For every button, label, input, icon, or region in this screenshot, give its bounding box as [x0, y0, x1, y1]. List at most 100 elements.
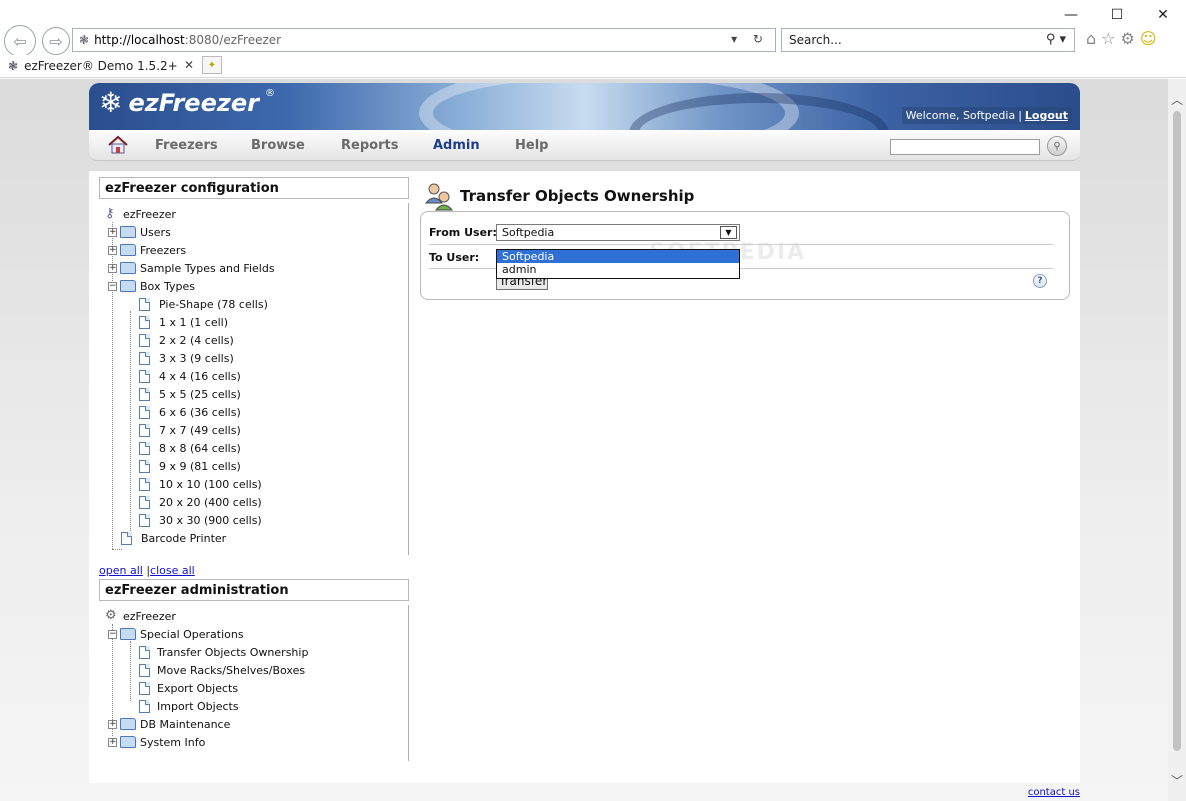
favorites-star-icon[interactable]: ☆: [1101, 29, 1115, 48]
snowflake-icon: ❄: [99, 86, 123, 119]
to-user-dropdown[interactable]: Softpedia admin: [496, 249, 740, 279]
vertical-scrollbar[interactable]: ︿ ﹀: [1168, 79, 1186, 801]
close-all-link[interactable]: close all: [150, 564, 195, 577]
tab-ezfreezer[interactable]: ❃ ezFreezer® Demo 1.5.2+ ✕: [2, 55, 198, 77]
collapse-icon[interactable]: −: [108, 281, 117, 291]
tab-close-icon[interactable]: ✕: [184, 58, 194, 72]
page-icon: [139, 423, 150, 437]
box-type-item[interactable]: Pie-Shape (78 cells): [139, 295, 268, 313]
search-placeholder: Search...: [789, 33, 842, 47]
address-bar[interactable]: ❃ http://localhost:8080/ezFreezer ▾ ↻: [72, 28, 776, 52]
content-area: ezFreezer configuration ⚷ ezFreezer + User…: [89, 171, 1080, 783]
url-host: http://localhost: [94, 33, 185, 47]
box-type-item[interactable]: 1 x 1 (1 cell): [139, 313, 228, 331]
footer: contact us: [90, 785, 1080, 801]
folder-icon: [120, 244, 136, 256]
maximize-button[interactable]: ☐: [1094, 0, 1140, 30]
open-all-link[interactable]: open all: [99, 564, 143, 577]
box-type-item[interactable]: 10 x 10 (100 cells): [139, 475, 262, 493]
open-folder-icon: [120, 628, 136, 640]
box-type-item[interactable]: 7 x 7 (49 cells): [139, 421, 241, 439]
from-user-select[interactable]: Softpedia ▼: [496, 224, 740, 241]
logout-link[interactable]: Logout: [1025, 109, 1068, 122]
page-icon: [139, 681, 150, 695]
gear-icon: ⚙: [105, 608, 117, 623]
tree-item-barcode-printer[interactable]: Barcode Printer: [121, 529, 226, 547]
url-rest: :8080/ezFreezer: [184, 33, 282, 47]
nav-browse[interactable]: Browse: [251, 138, 305, 153]
home-icon[interactable]: [107, 135, 129, 155]
ezfreezer-page: ❄ ezFreezer ® Welcome, Softpedia | Logout …: [89, 83, 1080, 783]
tree-item-export-objects[interactable]: Export Objects: [139, 679, 238, 697]
close-window-button[interactable]: ✕: [1140, 0, 1186, 30]
scroll-up-icon[interactable]: ︿: [1171, 91, 1183, 108]
expand-icon[interactable]: +: [108, 245, 117, 255]
admin-root[interactable]: ⚙ ezFreezer: [105, 607, 176, 625]
page-icon: [139, 369, 150, 383]
tree-item-special-operations[interactable]: − Special Operations: [108, 625, 244, 643]
box-type-item[interactable]: 6 x 6 (36 cells): [139, 403, 241, 421]
from-user-label: From User:: [429, 226, 497, 239]
tree-item-users[interactable]: + Users: [108, 223, 171, 241]
nav-admin[interactable]: Admin: [433, 138, 480, 153]
expand-icon[interactable]: +: [108, 719, 117, 729]
tree-item-import-objects[interactable]: Import Objects: [139, 697, 239, 715]
box-type-item[interactable]: 30 x 30 (900 cells): [139, 511, 262, 529]
expand-icon[interactable]: +: [108, 227, 117, 237]
scroll-down-icon[interactable]: ﹀: [1171, 772, 1183, 789]
box-type-item[interactable]: 5 x 5 (25 cells): [139, 385, 241, 403]
minimize-button[interactable]: —: [1048, 0, 1094, 30]
tree-item-move-racks[interactable]: Move Racks/Shelves/Boxes: [139, 661, 305, 679]
home-icon[interactable]: ⌂: [1086, 29, 1096, 48]
transfer-form: SOFTPEDIA From User: Softpedia ▼ To User…: [420, 211, 1070, 300]
dropdown-option-softpedia[interactable]: Softpedia: [497, 250, 739, 263]
config-root[interactable]: ⚷ ezFreezer: [105, 205, 176, 223]
logo-text: ezFreezer: [128, 89, 259, 117]
site-search-button[interactable]: ⚲: [1047, 136, 1067, 156]
page-icon: [139, 645, 150, 659]
tree-item-freezers[interactable]: + Freezers: [108, 241, 186, 259]
expand-icon[interactable]: +: [108, 737, 117, 747]
site-search-input[interactable]: [890, 139, 1040, 155]
tree-item-transfer-ownership[interactable]: Transfer Objects Ownership: [139, 643, 308, 661]
collapse-icon[interactable]: −: [108, 629, 117, 639]
page-icon: [139, 387, 150, 401]
box-type-item[interactable]: 3 x 3 (9 cells): [139, 349, 234, 367]
window-controls: — ☐ ✕: [1048, 0, 1186, 30]
box-type-item[interactable]: 2 x 2 (4 cells): [139, 331, 234, 349]
refresh-icon[interactable]: ▾ ↻: [731, 32, 769, 46]
tree-item-system-info[interactable]: + System Info: [108, 733, 205, 751]
box-type-item[interactable]: 9 x 9 (81 cells): [139, 457, 241, 475]
box-type-item[interactable]: 4 x 4 (16 cells): [139, 367, 241, 385]
contact-us-link[interactable]: contact us: [1028, 787, 1080, 798]
tree-item-sample-types[interactable]: + Sample Types and Fields: [108, 259, 275, 277]
forward-button[interactable]: ⇨: [42, 27, 70, 55]
nav-freezers[interactable]: Freezers: [155, 138, 218, 153]
tab-bar: ❃ ezFreezer® Demo 1.5.2+ ✕ ✦: [0, 54, 1186, 78]
nav-reports[interactable]: Reports: [341, 138, 398, 153]
dropdown-option-admin[interactable]: admin: [497, 263, 739, 276]
expand-icon[interactable]: +: [108, 263, 117, 273]
settings-gear-icon[interactable]: ⚙: [1121, 29, 1135, 48]
open-folder-icon: [120, 280, 136, 292]
scroll-thumb[interactable]: [1173, 111, 1181, 751]
smiley-feedback-icon[interactable]: ☺: [1140, 29, 1157, 48]
users-transfer-icon: [424, 183, 454, 211]
header-banner: ❄ ezFreezer ® Welcome, Softpedia | Logout: [89, 83, 1080, 130]
new-tab-button[interactable]: ✦: [202, 56, 222, 74]
logo[interactable]: ❄ ezFreezer ®: [99, 86, 275, 119]
to-user-label: To User:: [429, 251, 480, 264]
box-type-item[interactable]: 8 x 8 (64 cells): [139, 439, 241, 457]
wrench-icon: ⚷: [105, 206, 115, 221]
nav-help[interactable]: Help: [515, 138, 548, 153]
search-icon[interactable]: ⚲ ▾: [1046, 32, 1066, 47]
box-type-item[interactable]: 20 x 20 (400 cells): [139, 493, 262, 511]
folder-icon: [120, 736, 136, 748]
page-icon: [139, 405, 150, 419]
help-icon[interactable]: ?: [1033, 274, 1047, 288]
tree-item-db-maintenance[interactable]: + DB Maintenance: [108, 715, 230, 733]
browser-search-input[interactable]: Search... ⚲ ▾: [781, 28, 1075, 52]
chevron-down-icon[interactable]: ▼: [720, 226, 737, 239]
tree-item-box-types[interactable]: − Box Types: [108, 277, 195, 295]
back-button[interactable]: ⇦: [4, 25, 36, 57]
